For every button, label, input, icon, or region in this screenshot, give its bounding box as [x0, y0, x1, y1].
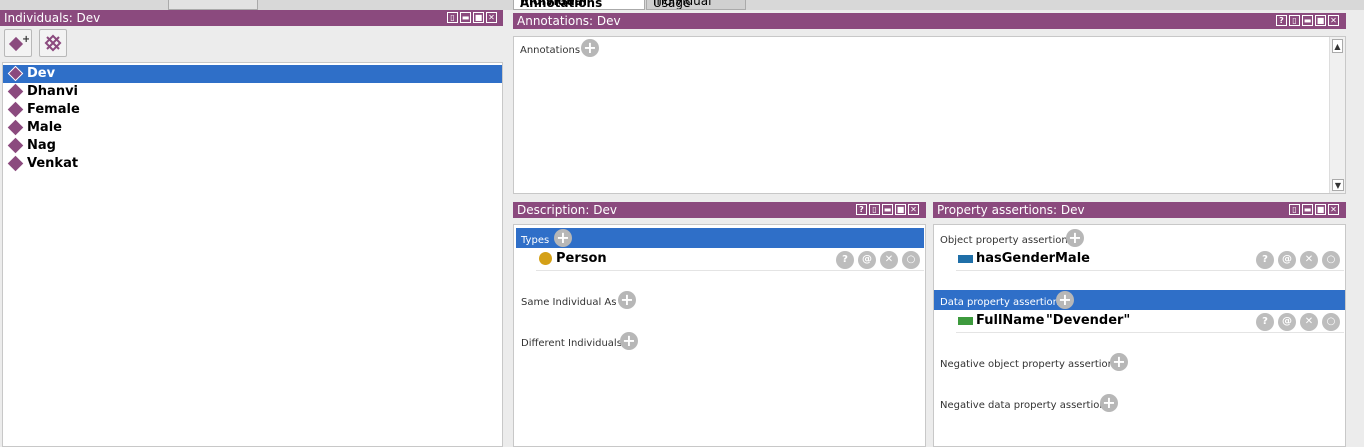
- data-property-icon: [958, 317, 973, 325]
- annotations-scrollbar[interactable]: ▲ ▼: [1329, 37, 1345, 193]
- type-row-divider: [536, 270, 924, 271]
- minimize-icon[interactable]: ▬: [882, 204, 893, 215]
- maximize-icon[interactable]: ■: [1315, 15, 1326, 26]
- explain-icon[interactable]: ?: [1256, 251, 1274, 269]
- list-item[interactable]: Female: [3, 101, 502, 119]
- svg-text:+: +: [22, 34, 29, 45]
- maximize-icon[interactable]: ■: [473, 12, 484, 23]
- annotations-title-bar: Annotations: Dev: [513, 13, 1346, 29]
- types-header: [516, 228, 924, 248]
- annotate-icon[interactable]: @: [1278, 313, 1296, 331]
- data-property-value[interactable]: "Devender": [1046, 313, 1130, 328]
- add-same-individual-button[interactable]: +: [618, 291, 636, 309]
- description-title: Description: Dev: [517, 203, 617, 217]
- list-item[interactable]: Male: [3, 119, 502, 137]
- split-icon[interactable]: ▯: [1289, 15, 1300, 26]
- individual-icon: [7, 83, 24, 100]
- individual-icon: [7, 101, 24, 118]
- list-item[interactable]: Venkat: [3, 155, 502, 173]
- close-icon[interactable]: ✕: [1328, 204, 1339, 215]
- edit-icon[interactable]: ○: [1322, 251, 1340, 269]
- property-assertions-body: Object property assertions + hasGender M…: [933, 224, 1346, 447]
- property-assertions-title-bar: Property assertions: Dev: [933, 202, 1346, 218]
- tab-partial-left[interactable]: [168, 0, 258, 10]
- add-individual-button[interactable]: +: [4, 29, 32, 57]
- maximize-icon[interactable]: ■: [895, 204, 906, 215]
- property-assertions-title: Property assertions: Dev: [937, 203, 1085, 217]
- minimize-icon[interactable]: ▬: [460, 12, 471, 23]
- add-different-individual-button[interactable]: +: [620, 332, 638, 350]
- delete-individual-button[interactable]: [39, 29, 67, 57]
- individual-icon: [7, 65, 24, 82]
- individuals-toolbar: +: [0, 26, 503, 62]
- annotations-title: Annotations: Dev: [517, 14, 621, 28]
- explain-icon[interactable]: ?: [1256, 313, 1274, 331]
- edit-icon[interactable]: ○: [902, 251, 920, 269]
- add-annotation-button[interactable]: +: [581, 39, 599, 57]
- add-negative-object-property-button[interactable]: +: [1110, 353, 1128, 371]
- add-type-button[interactable]: +: [554, 229, 572, 247]
- type-person[interactable]: Person: [556, 251, 607, 266]
- negative-data-property-label: Negative data property assertions: [940, 400, 1111, 411]
- data-property-name[interactable]: FullName: [976, 313, 1044, 328]
- delete-icon[interactable]: ✕: [880, 251, 898, 269]
- individuals-title-bar: Individuals: Dev: [0, 10, 503, 26]
- scroll-up-icon[interactable]: ▲: [1332, 39, 1343, 53]
- object-property-icon: [958, 255, 973, 263]
- annotations-window-controls: ? ▯ ▬ ■ ✕: [1276, 15, 1339, 26]
- same-individual-label: Same Individual As: [521, 297, 617, 308]
- class-icon: [539, 252, 552, 265]
- list-item[interactable]: Dhanvi: [3, 83, 502, 101]
- split-icon[interactable]: ▯: [447, 12, 458, 23]
- add-negative-data-property-button[interactable]: +: [1100, 394, 1118, 412]
- delete-icon[interactable]: ✕: [1300, 313, 1318, 331]
- object-property-value[interactable]: Male: [1055, 251, 1090, 266]
- negative-object-property-label: Negative object property assertions: [940, 359, 1120, 370]
- delete-icon[interactable]: ✕: [1300, 251, 1318, 269]
- individual-icon: [7, 155, 24, 172]
- individuals-title: Individuals: Dev: [4, 11, 101, 25]
- description-window-controls: ? ▯ ▬ ■ ✕: [856, 204, 919, 215]
- list-item[interactable]: Dev: [3, 65, 502, 83]
- individual-icon: [7, 119, 24, 136]
- individuals-list: Dev Dhanvi Female Male Nag Venkat: [2, 62, 503, 447]
- data-property-assertions-label: Data property assertions: [940, 297, 1065, 308]
- right-edge: [1348, 10, 1364, 447]
- close-icon[interactable]: ✕: [908, 204, 919, 215]
- close-icon[interactable]: ✕: [1328, 15, 1339, 26]
- close-icon[interactable]: ✕: [486, 12, 497, 23]
- individuals-window-controls: ▯ ▬ ■ ✕: [447, 12, 497, 23]
- description-body: Types + Person ? @ ✕ ○ Same Individual A…: [513, 224, 926, 447]
- list-item[interactable]: Nag: [3, 137, 502, 155]
- annotate-icon[interactable]: @: [1278, 251, 1296, 269]
- property-assertions-window-controls: ▯ ▬ ■ ✕: [1289, 204, 1339, 215]
- help-icon[interactable]: ?: [856, 204, 867, 215]
- tab-individual-usage[interactable]: Individual Usage: [646, 0, 746, 10]
- tab-individual-annotations[interactable]: Individual Annotations: [513, 0, 645, 10]
- individual-icon: [7, 137, 24, 154]
- annotations-body: Annotations + ▲ ▼: [513, 36, 1346, 194]
- data-row-divider: [956, 332, 1344, 333]
- help-icon[interactable]: ?: [1276, 15, 1287, 26]
- annotate-icon[interactable]: @: [858, 251, 876, 269]
- types-label: Types: [521, 235, 550, 246]
- edit-icon[interactable]: ○: [1322, 313, 1340, 331]
- object-property-assertions-label: Object property assertions: [940, 235, 1073, 246]
- object-row-divider: [956, 270, 1344, 271]
- explain-icon[interactable]: ?: [836, 251, 854, 269]
- minimize-icon[interactable]: ▬: [1302, 15, 1313, 26]
- add-object-property-button[interactable]: +: [1066, 229, 1084, 247]
- delete-individual-icon: [44, 34, 62, 52]
- add-data-property-button[interactable]: +: [1056, 291, 1074, 309]
- annotations-label: Annotations: [520, 45, 581, 56]
- split-icon[interactable]: ▯: [1289, 204, 1300, 215]
- split-icon[interactable]: ▯: [869, 204, 880, 215]
- scroll-down-icon[interactable]: ▼: [1332, 179, 1344, 191]
- add-individual-icon: +: [8, 34, 29, 52]
- object-property-name[interactable]: hasGender: [976, 251, 1055, 266]
- minimize-icon[interactable]: ▬: [1302, 204, 1313, 215]
- different-individuals-label: Different Individuals: [521, 338, 622, 349]
- maximize-icon[interactable]: ■: [1315, 204, 1326, 215]
